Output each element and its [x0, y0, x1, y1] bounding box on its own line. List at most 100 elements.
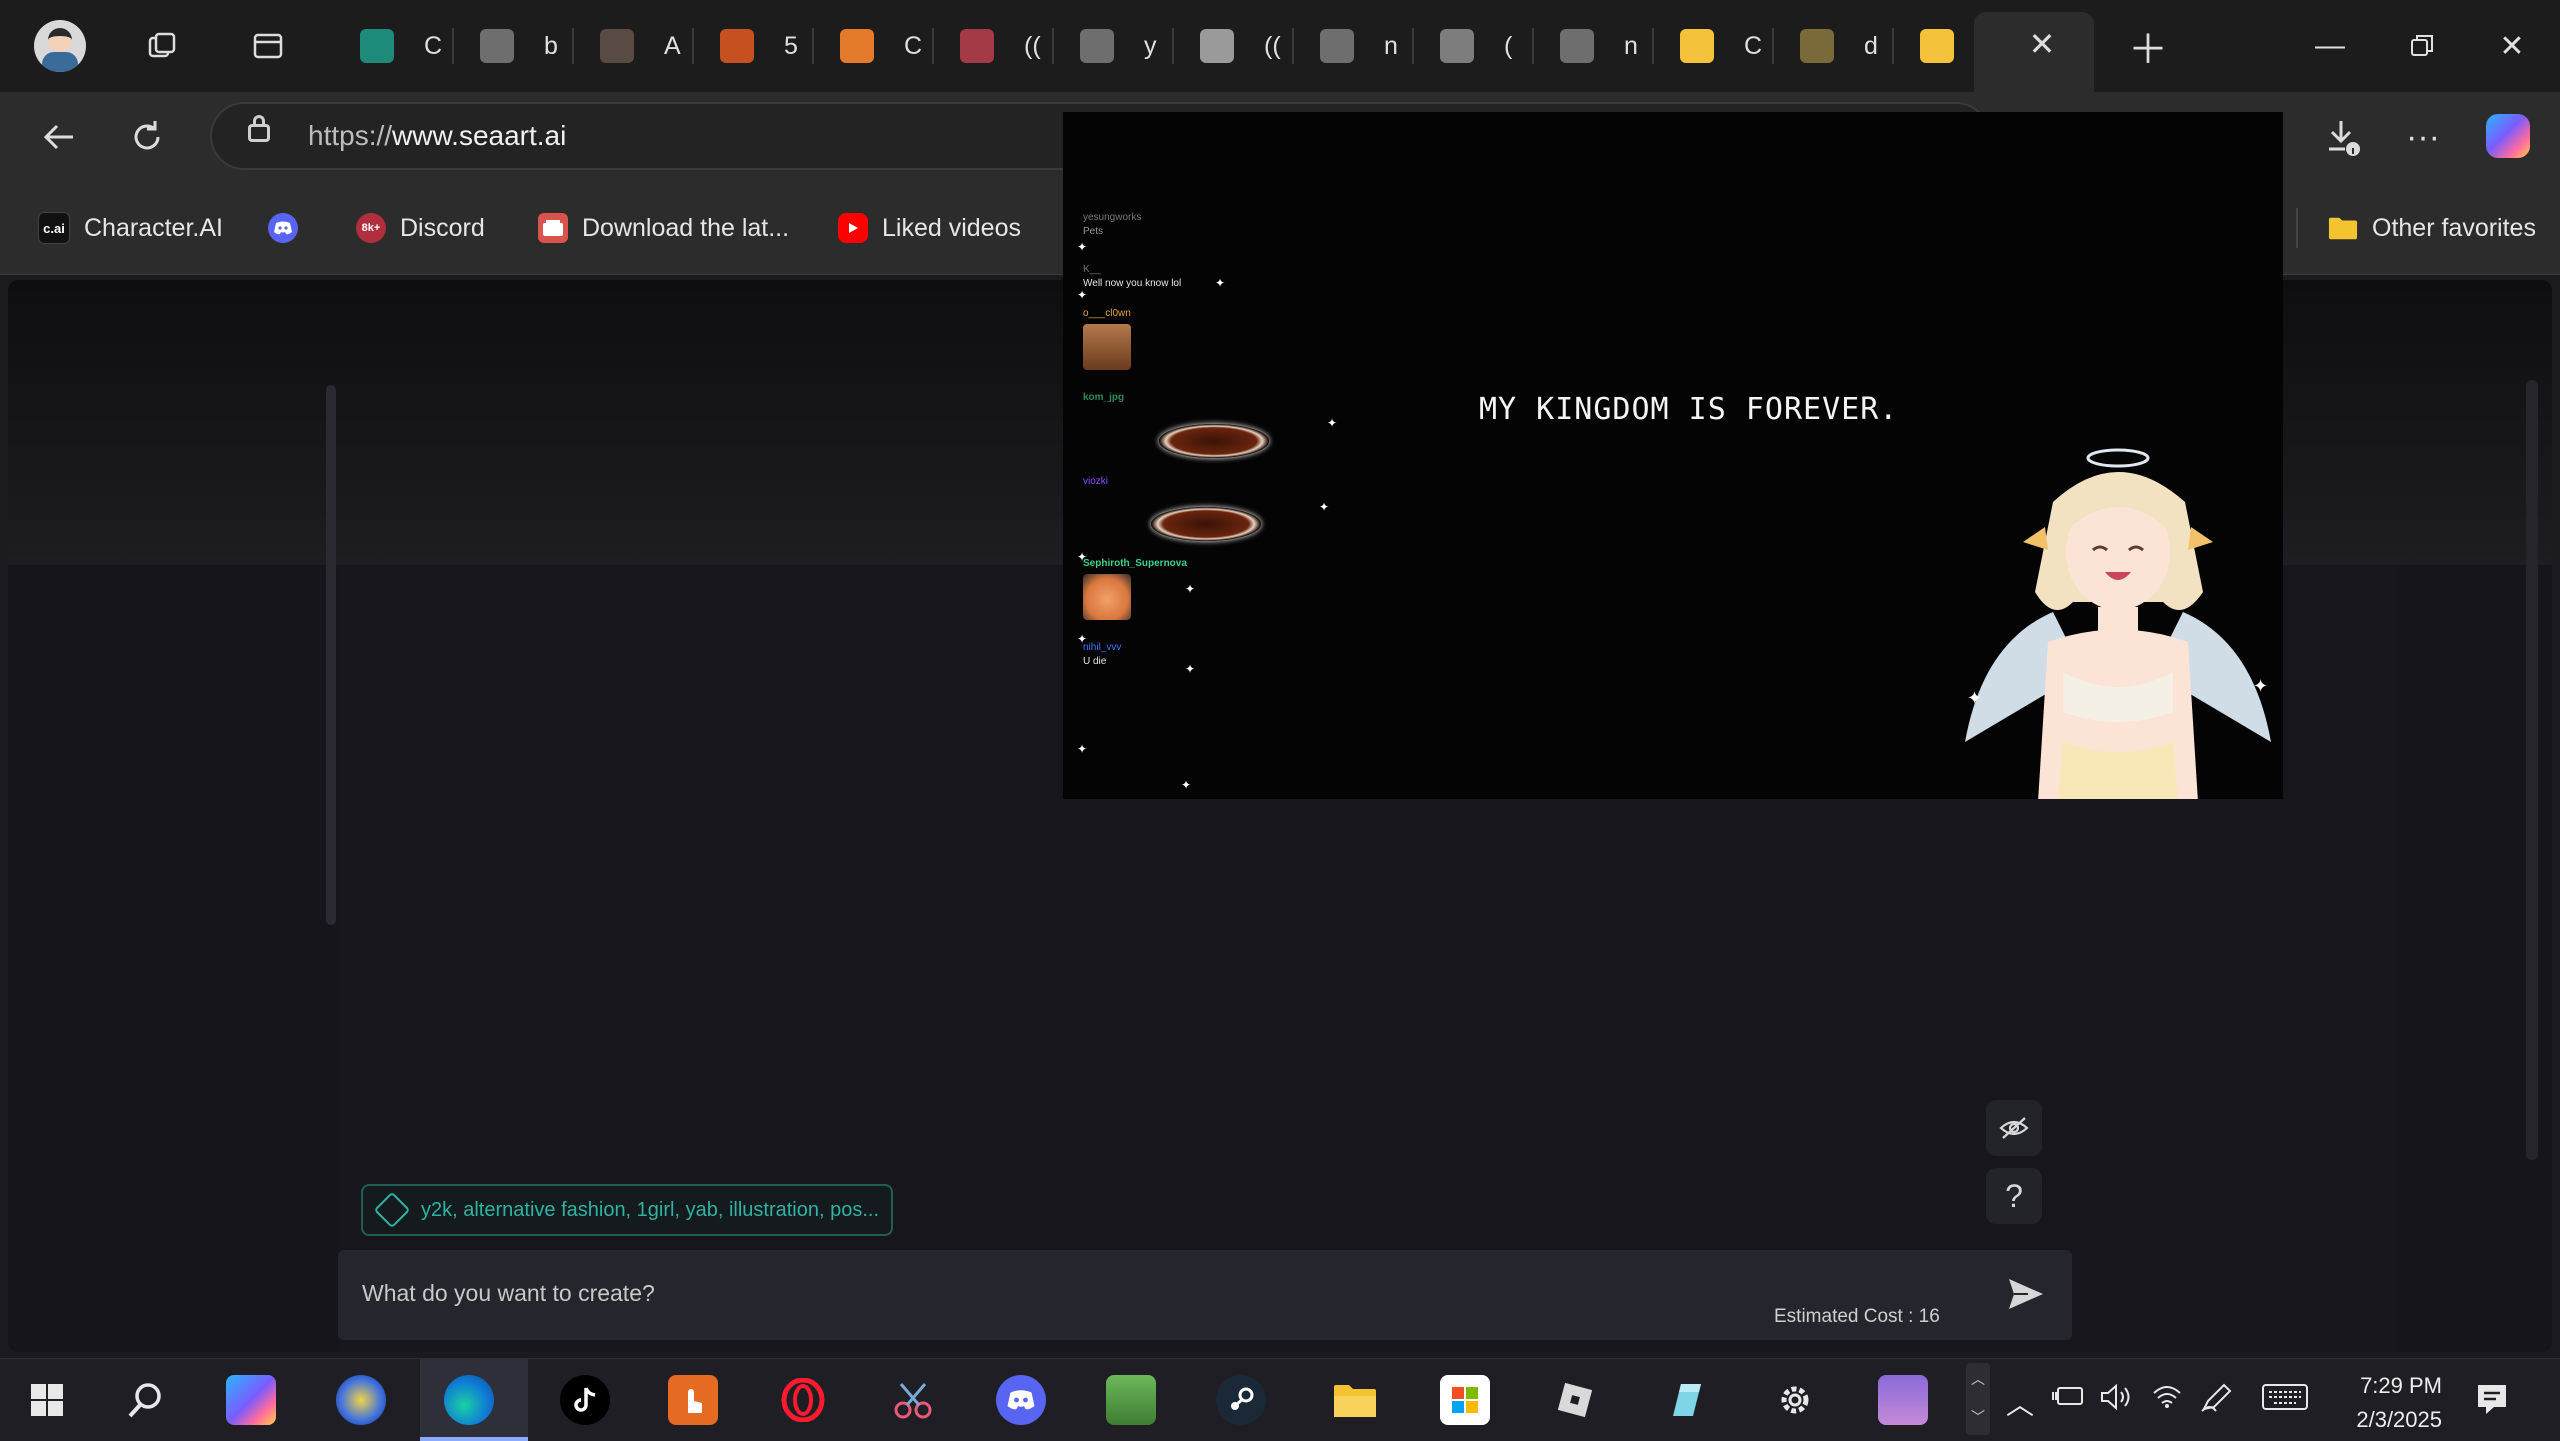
tab-favicon-icon: [840, 29, 874, 63]
tab-favicon-icon: [720, 29, 754, 63]
other-favorites-folder[interactable]: Other favorites: [2328, 206, 2536, 250]
tray-expand-chevron-icon[interactable]: ︿: [2006, 1383, 2034, 1423]
tab-favicon-icon: [1440, 29, 1474, 63]
copilot-icon[interactable]: [226, 1375, 276, 1425]
favorite-discord[interactable]: 8k+ Discord: [356, 206, 485, 250]
close-window-icon[interactable]: ✕: [2484, 18, 2540, 74]
right-scrollbar[interactable]: [2526, 380, 2538, 1160]
snipping-tool-icon[interactable]: [888, 1375, 938, 1425]
chat-disc-emote: [1151, 507, 1261, 541]
downloads-icon[interactable]: [2318, 112, 2368, 162]
chat-disc-emote: [1159, 424, 1269, 458]
left-scrollbar[interactable]: [326, 385, 336, 925]
microsoft-store-icon[interactable]: [1440, 1375, 1490, 1425]
steam-icon[interactable]: [1216, 1375, 1266, 1425]
sparkle: ✦: [1327, 416, 1338, 430]
lock-icon[interactable]: [248, 115, 270, 142]
notification-center-icon[interactable]: [2474, 1381, 2510, 1417]
start-windows-icon[interactable]: [22, 1375, 72, 1425]
browser-tab[interactable]: n: [1534, 16, 1654, 76]
system-clock[interactable]: 7:29 PM 2/3/2025: [2312, 1369, 2442, 1437]
restore-icon[interactable]: [2394, 18, 2450, 74]
settings-gear-icon[interactable]: [1770, 1375, 1820, 1425]
sparkle: ✦: [1077, 240, 1088, 254]
chat-message: U die: [1083, 656, 1107, 667]
chevron-down-icon[interactable]: ﹀: [1971, 1407, 1985, 1427]
browser-tab[interactable]: A: [574, 16, 694, 76]
browser-tab[interactable]: 5: [694, 16, 814, 76]
browser-tab[interactable]: n: [1294, 16, 1414, 76]
refresh-icon[interactable]: [122, 112, 172, 162]
favorite-character-ai[interactable]: c.ai Character.AI: [38, 206, 223, 250]
prompt-input[interactable]: [360, 1272, 1664, 1314]
close-tab-icon[interactable]: ✕: [2020, 22, 2064, 66]
tab-title: 5: [784, 31, 798, 60]
roblox-icon[interactable]: [1550, 1375, 1600, 1425]
browser-tab[interactable]: C: [814, 16, 934, 76]
tab-title: C: [904, 31, 923, 60]
pen-icon[interactable]: [2200, 1383, 2232, 1420]
copilot-icon[interactable]: [2486, 114, 2530, 158]
sparkle: ✦: [1077, 632, 1088, 646]
battery-plug-icon[interactable]: [2052, 1383, 2086, 1415]
back-arrow-icon[interactable]: [34, 112, 84, 162]
discord-taskbar-icon[interactable]: [996, 1375, 1046, 1425]
profile-avatar[interactable]: [34, 20, 86, 72]
tag-suggestion-text: y2k, alternative fashion, 1girl, yab, il…: [421, 1198, 880, 1221]
volume-icon[interactable]: [2100, 1383, 2134, 1418]
workspaces-icon[interactable]: [140, 24, 184, 68]
wifi-icon[interactable]: [2152, 1383, 2182, 1416]
notes-app-icon[interactable]: [1660, 1375, 1710, 1425]
search-icon[interactable]: [120, 1375, 170, 1425]
browser-tab[interactable]: ((: [1174, 16, 1294, 76]
paint-app-icon[interactable]: [1106, 1375, 1156, 1425]
favorite-download[interactable]: Download the lat...: [538, 206, 789, 250]
taskbar-overflow-scroll[interactable]: ︿ ﹀: [1966, 1363, 1990, 1435]
keyboard-icon[interactable]: [2262, 1383, 2308, 1418]
favorite-discord-icon-only[interactable]: [268, 206, 312, 250]
tab-title: d: [1864, 31, 1878, 60]
hide-eye-icon[interactable]: [1986, 1100, 2042, 1156]
avatar-head: [48, 28, 72, 52]
send-icon[interactable]: [2002, 1270, 2050, 1318]
tab-favicon-icon: [1560, 29, 1594, 63]
browser-tab[interactable]: ((: [934, 16, 1054, 76]
vertical-tabs-icon[interactable]: [246, 24, 290, 68]
minimize-icon[interactable]: —: [2302, 18, 2358, 74]
favorite-label: Download the lat...: [582, 213, 790, 242]
youtube-icon: [838, 213, 868, 243]
browser-tab[interactable]: C: [334, 16, 454, 76]
photos-app-icon[interactable]: [336, 1375, 386, 1425]
clicker-app-icon[interactable]: [668, 1375, 718, 1425]
tag-suggestion-chip[interactable]: y2k, alternative fashion, 1girl, yab, il…: [361, 1184, 893, 1236]
tab-favicon-icon: [1320, 29, 1354, 63]
tab-title: (: [1504, 31, 1513, 60]
tab-title: C: [424, 31, 443, 60]
sparkle: ✦: [1319, 500, 1330, 514]
edge-icon[interactable]: [444, 1375, 494, 1425]
stream-overlay[interactable]: yesungworks Pets K__ Well now you know l…: [1063, 112, 2283, 799]
favorite-liked-videos[interactable]: Liked videos: [838, 206, 1021, 250]
tab-title: n: [1384, 31, 1398, 60]
help-question-icon[interactable]: ?: [1986, 1168, 2042, 1224]
browser-tab[interactable]: d: [1774, 16, 1894, 76]
folder-icon: [2328, 213, 2358, 243]
anime-app-icon[interactable]: [1878, 1375, 1928, 1425]
svg-text:✦: ✦: [2253, 676, 2268, 697]
new-tab-icon[interactable]: ＋: [2126, 24, 2170, 72]
chat-message: Pets: [1083, 226, 1104, 237]
tab-favicon-icon: [1680, 29, 1714, 63]
opera-icon[interactable]: [778, 1375, 828, 1425]
chevron-up-icon[interactable]: ︿: [1971, 1369, 1985, 1389]
browser-tab[interactable]: b: [454, 16, 574, 76]
tab-favicon-icon: [1920, 29, 1954, 63]
dice-icon: [373, 1191, 411, 1229]
file-explorer-icon[interactable]: [1330, 1375, 1380, 1425]
tiktok-icon[interactable]: [560, 1375, 610, 1425]
browser-tab[interactable]: y: [1054, 16, 1174, 76]
url-text[interactable]: https://www.seaart.ai: [308, 120, 566, 152]
browser-tab[interactable]: (: [1414, 16, 1534, 76]
more-options-icon[interactable]: ···: [2398, 112, 2448, 162]
tab-favicon-icon: [480, 29, 514, 63]
browser-tab[interactable]: C: [1654, 16, 1774, 76]
